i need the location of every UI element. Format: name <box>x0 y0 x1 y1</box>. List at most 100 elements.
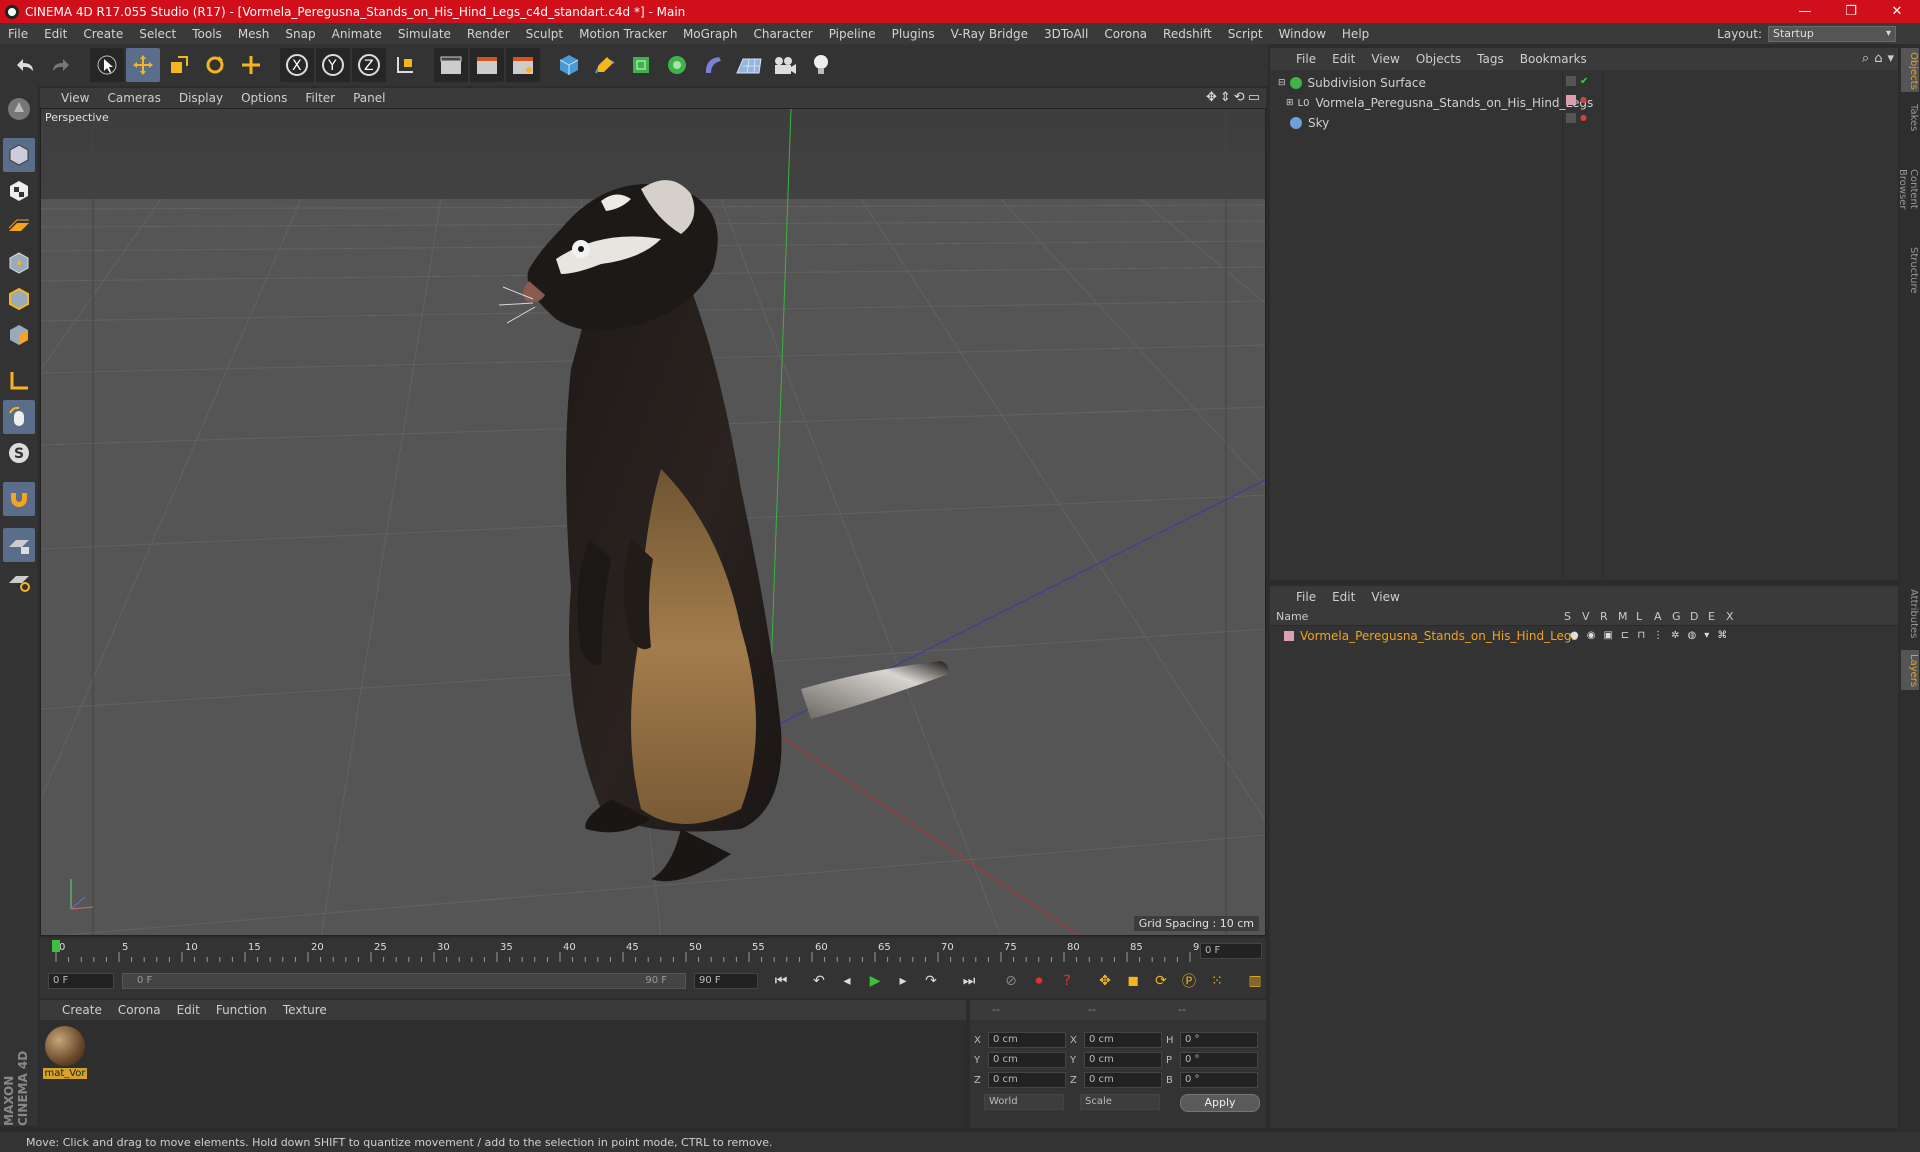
menu-mesh[interactable]: Mesh <box>230 27 278 41</box>
menu-snap[interactable]: Snap <box>277 27 323 41</box>
objects-menu-edit[interactable]: Edit <box>1324 52 1363 66</box>
solo-toggle-icon[interactable]: ● <box>1570 630 1579 641</box>
expression-toggle-icon[interactable]: ▾ <box>1704 630 1709 641</box>
add-spline-button[interactable] <box>588 48 622 82</box>
viewport-menu-view[interactable]: View <box>52 91 98 105</box>
end-frame-field[interactable]: 90 F <box>694 973 758 989</box>
rotate-tool-button[interactable] <box>198 48 232 82</box>
position-x-field[interactable]: 0 cm <box>988 1032 1066 1048</box>
next-key-button[interactable]: ↷ <box>918 968 944 994</box>
menu-create[interactable]: Create <box>75 27 131 41</box>
menu-motion-tracker[interactable]: Motion Tracker <box>571 27 675 41</box>
expand-icon[interactable]: ⊞ <box>1286 98 1294 108</box>
xref-toggle-icon[interactable]: ⌘ <box>1717 630 1727 641</box>
add-array-button[interactable] <box>660 48 694 82</box>
menu-script[interactable]: Script <box>1220 27 1271 41</box>
menu-animate[interactable]: Animate <box>324 27 390 41</box>
generator-toggle-icon[interactable]: ✲ <box>1671 630 1679 641</box>
menu-vray-bridge[interactable]: V-Ray Bridge <box>943 27 1036 41</box>
material-menu-texture[interactable]: Texture <box>275 1003 335 1017</box>
lock-workplane-button[interactable] <box>3 528 35 562</box>
play-forward-button[interactable]: ▶ <box>862 968 888 994</box>
key-position-icon[interactable]: ✥ <box>1092 968 1118 994</box>
minimize-button[interactable]: — <box>1782 0 1828 23</box>
apply-button[interactable]: Apply <box>1180 1094 1260 1112</box>
menu-edit[interactable]: Edit <box>36 27 75 41</box>
viewport-menu-panel[interactable]: Panel <box>344 91 394 105</box>
enabled-check-icon[interactable]: ✔ <box>1580 76 1588 87</box>
go-to-start-button[interactable]: ⏮ <box>768 968 794 994</box>
objects-menu-objects[interactable]: Objects <box>1408 52 1469 66</box>
key-pla-icon[interactable]: ⁙ <box>1204 968 1230 994</box>
coord-size-mode-dropdown[interactable]: Scale <box>1080 1094 1160 1110</box>
z-axis-lock-button[interactable]: Z <box>352 48 386 82</box>
y-axis-lock-button[interactable]: Y <box>316 48 350 82</box>
render-view-button[interactable] <box>434 48 468 82</box>
add-light-button[interactable] <box>804 48 838 82</box>
rotation-h-field[interactable]: 0 ° <box>1180 1032 1258 1048</box>
animation-toggle-icon[interactable]: ⋮ <box>1653 630 1663 641</box>
points-mode-button[interactable] <box>3 246 35 280</box>
tab-structure[interactable]: Structure <box>1901 240 1919 300</box>
material-menu-edit[interactable]: Edit <box>169 1003 208 1017</box>
material-menu-create[interactable]: Create <box>54 1003 110 1017</box>
current-frame-field[interactable]: 0 F <box>1200 943 1262 959</box>
workplane-align-button[interactable] <box>3 564 35 598</box>
viewport-menu-options[interactable]: Options <box>232 91 296 105</box>
key-parameter-icon[interactable]: Ⓟ <box>1176 968 1202 994</box>
snap-button[interactable] <box>3 482 35 516</box>
visibility-toggle-icon[interactable] <box>1566 76 1576 86</box>
next-frame-button[interactable]: ▸ <box>890 968 916 994</box>
tab-layers[interactable]: Layers <box>1901 650 1919 690</box>
layer-row[interactable]: Vormela_Peregusna_Stands_on_His_Hind_Leg… <box>1284 628 1578 644</box>
objects-menu-tags[interactable]: Tags <box>1469 52 1512 66</box>
add-cube-button[interactable] <box>552 48 586 82</box>
position-y-field[interactable]: 0 cm <box>988 1052 1066 1068</box>
move-tool-button[interactable] <box>126 48 160 82</box>
viewport-menu-cameras[interactable]: Cameras <box>98 91 169 105</box>
edges-mode-button[interactable] <box>3 282 35 316</box>
size-z-field[interactable]: 0 cm <box>1084 1072 1162 1088</box>
select-tool-button[interactable] <box>90 48 124 82</box>
material-menu-corona[interactable]: Corona <box>110 1003 169 1017</box>
menu-select[interactable]: Select <box>131 27 184 41</box>
playhead[interactable] <box>52 940 60 952</box>
add-floor-button[interactable] <box>732 48 766 82</box>
render-toggle-icon[interactable]: ▣ <box>1603 630 1612 641</box>
visibility-toggle-icon[interactable] <box>1566 113 1576 123</box>
viewport-menu-filter[interactable]: Filter <box>296 91 344 105</box>
menu-simulate[interactable]: Simulate <box>390 27 459 41</box>
render-settings-button[interactable] <box>506 48 540 82</box>
previous-key-button[interactable]: ↶ <box>806 968 832 994</box>
layers-menu-edit[interactable]: Edit <box>1324 590 1363 604</box>
tab-attributes[interactable]: Attributes <box>1901 584 1919 644</box>
layer-color-swatch[interactable] <box>1284 631 1294 641</box>
redo-button[interactable] <box>44 48 78 82</box>
object-row-subdivision[interactable]: ⊟ Subdivision Surface <box>1278 74 1426 92</box>
autokey-icon[interactable]: ⏺ <box>1026 968 1052 994</box>
coordinate-system-button[interactable] <box>388 48 422 82</box>
polygons-mode-button[interactable] <box>3 318 35 352</box>
tweak-mode-button[interactable] <box>3 400 35 434</box>
maximize-view-icon[interactable]: ▭ <box>1248 90 1260 105</box>
objects-menu-bookmarks[interactable]: Bookmarks <box>1512 52 1595 66</box>
transform-tool-button[interactable] <box>234 48 268 82</box>
make-editable-button[interactable] <box>3 92 35 126</box>
tab-objects[interactable]: Objects <box>1901 48 1919 92</box>
texture-mode-button[interactable] <box>3 174 35 208</box>
lock-toggle-icon[interactable]: ⊓ <box>1637 630 1645 641</box>
menu-plugins[interactable]: Plugins <box>884 27 943 41</box>
workplane-mode-button[interactable] <box>3 210 35 244</box>
layers-menu-file[interactable]: File <box>1288 590 1324 604</box>
collapse-icon[interactable]: ⊟ <box>1278 78 1286 88</box>
size-x-field[interactable]: 0 cm <box>1084 1032 1162 1048</box>
pan-icon[interactable]: ✥ <box>1206 90 1217 105</box>
orbit-icon[interactable]: ⟲ <box>1234 90 1245 105</box>
add-camera-button[interactable] <box>768 48 802 82</box>
timeline-ruler[interactable]: 051015202530354045505560657075808590 0 F <box>40 938 1266 964</box>
menu-help[interactable]: Help <box>1334 27 1377 41</box>
add-deformer-button[interactable] <box>696 48 730 82</box>
close-button[interactable]: ✕ <box>1874 0 1920 23</box>
home-icon[interactable]: ⌂ <box>1874 51 1882 66</box>
position-z-field[interactable]: 0 cm <box>988 1072 1066 1088</box>
